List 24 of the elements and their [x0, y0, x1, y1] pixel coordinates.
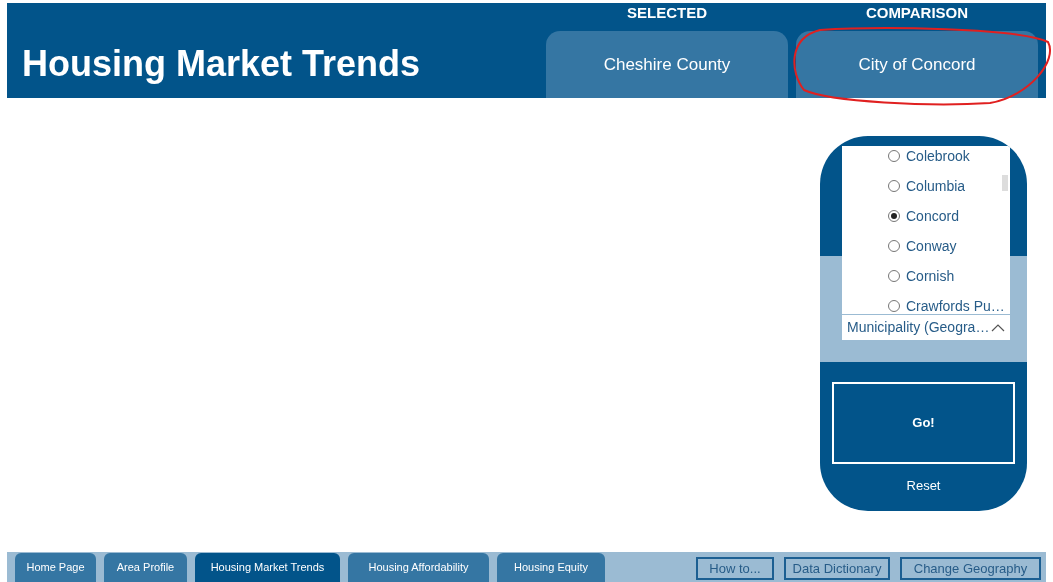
geography-label: SELECTED [627, 5, 707, 20]
nav-button[interactable]: How to... [696, 557, 774, 580]
geography-card[interactable]: Cheshire County [546, 31, 788, 98]
chevron-up-icon [991, 323, 1005, 332]
nav-button[interactable]: Change Geography [900, 557, 1041, 580]
page-tab[interactable]: Housing Affordability [348, 553, 489, 582]
page-tab[interactable]: Home Page [15, 553, 96, 582]
radio-option[interactable]: Columbia [842, 171, 1010, 201]
geography-card[interactable]: City of Concord [796, 31, 1038, 98]
reset-button[interactable]: Reset [906, 476, 941, 496]
radio-option[interactable]: Concord [842, 201, 1010, 231]
geography-label: COMPARISON [865, 5, 969, 20]
field-dropdown[interactable]: Municipality (Geogra… [842, 315, 1010, 340]
radio-option[interactable]: Colebrook [842, 146, 1010, 171]
page-tab[interactable]: Housing Market Trends [195, 553, 340, 582]
go-button[interactable]: Go! [832, 382, 1015, 464]
page-tab[interactable]: Housing Equity [497, 553, 605, 582]
scrollbar-thumb[interactable] [1002, 175, 1008, 191]
radio-option[interactable]: Cornish [842, 261, 1010, 291]
radio-option[interactable]: Crawfords Pu… [842, 291, 1010, 314]
nav-button[interactable]: Data Dictionary [784, 557, 890, 580]
page-title: Housing Market Trends [21, 46, 421, 86]
page-tab[interactable]: Area Profile [104, 553, 187, 582]
radio-option[interactable]: Conway [842, 231, 1010, 261]
